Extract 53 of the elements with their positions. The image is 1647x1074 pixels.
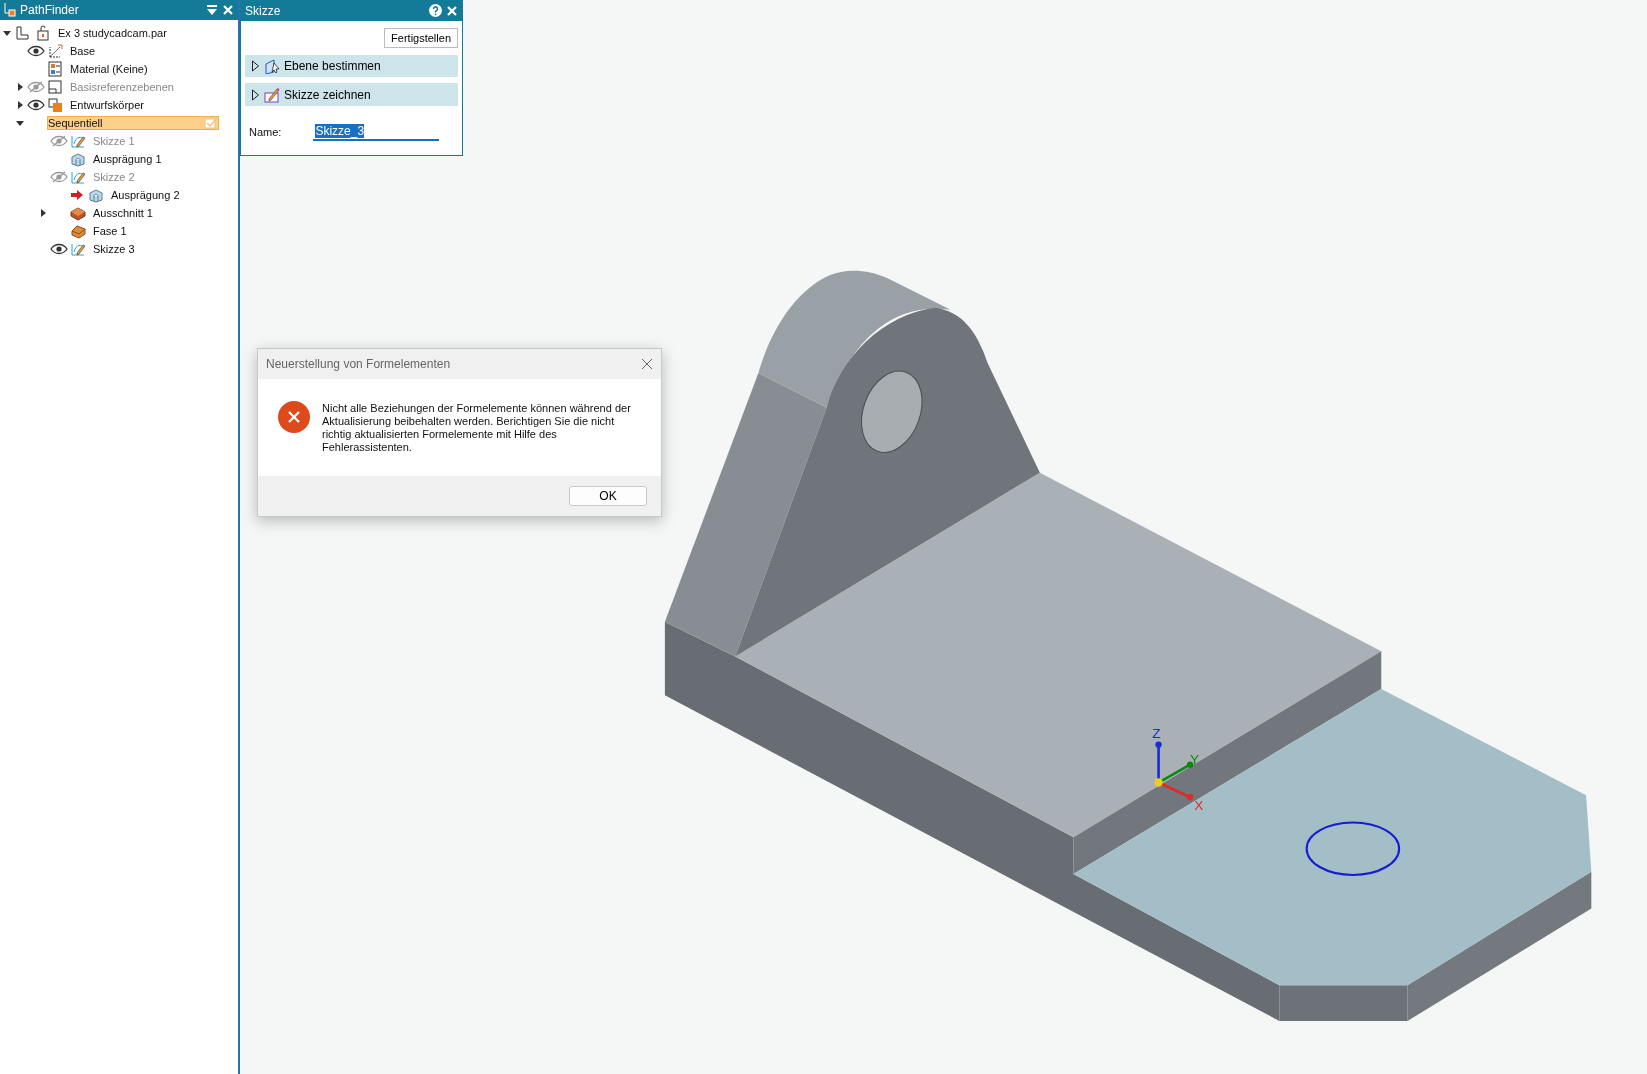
tree-item[interactable]: Skizze 3: [91, 242, 137, 256]
sketch-icon: [264, 86, 280, 103]
sketch-icon: [70, 133, 86, 149]
expand-toggle[interactable]: [251, 88, 260, 101]
plane-icon: [264, 58, 280, 74]
error-message: Nicht alle Beziehungen der Formelemente können während der Aktualisierung beibehalten werden. Berichtigen Sie die nicht richtig aktualisierten Formelemente mit Hilfe des Fehlerassistenten.: [322, 402, 632, 454]
name-field[interactable]: Skizze_3: [313, 123, 440, 141]
error-icon: [278, 401, 310, 433]
cutout-icon: [70, 205, 86, 221]
chamfer-icon: [70, 223, 86, 239]
ok-button[interactable]: OK: [569, 486, 647, 506]
tree-item[interactable]: Ausschnitt 1: [91, 206, 155, 220]
tree-item[interactable]: Fase 1: [91, 224, 129, 238]
tree-item[interactable]: Skizze 1: [91, 134, 137, 148]
tree-item[interactable]: Ex 3 studycadcam.par: [56, 26, 169, 40]
axis-label: Z: [1152, 726, 1161, 742]
crossed-eye-icon[interactable]: [50, 171, 68, 183]
dropdown-icon[interactable]: [206, 4, 218, 16]
tree-item[interactable]: Material (Keine): [68, 62, 150, 76]
panel-title: PathFinder: [20, 3, 80, 17]
dialog-title: Neuerstellung von Formelementen: [266, 357, 451, 371]
tree-item[interactable]: Ausprägung 1: [91, 152, 164, 166]
tree-item[interactable]: Sequentiell: [47, 116, 219, 130]
close-icon[interactable]: [641, 358, 653, 370]
expand-toggle[interactable]: [251, 60, 260, 72]
check-icon: [204, 117, 218, 129]
tree-item[interactable]: Ausprägung 2: [109, 188, 182, 202]
tree-item[interactable]: Base: [68, 44, 98, 58]
eye-icon[interactable]: [27, 99, 45, 111]
step-header[interactable]: Ebene bestimmen: [245, 54, 458, 78]
body-icon: [47, 97, 63, 113]
sketch-icon: [70, 169, 86, 185]
help-icon[interactable]: [429, 4, 442, 18]
origin-point: [1154, 778, 1163, 787]
crossed-eye-icon[interactable]: [50, 135, 68, 147]
planes-icon: [47, 79, 63, 95]
lock-icon: [35, 25, 51, 41]
tree-item[interactable]: Entwurfskörper: [68, 98, 146, 112]
protrusion-icon: [88, 187, 104, 203]
tree-item[interactable]: Skizze 2: [91, 170, 137, 184]
axis-label: Y: [1190, 751, 1200, 767]
eye-icon[interactable]: [50, 243, 68, 255]
sketch-icon: [70, 241, 86, 257]
axis-label: X: [1194, 797, 1204, 813]
tree-item[interactable]: Basisreferenzebenen: [68, 80, 176, 94]
step-header[interactable]: Skizze zeichnen: [245, 83, 458, 106]
finish-button[interactable]: Fertigstellen: [384, 27, 458, 48]
material-icon: [47, 61, 63, 77]
eye-icon[interactable]: [27, 45, 45, 57]
field-label: Name:: [249, 126, 282, 138]
protrusion-icon: [70, 151, 86, 167]
tree-icon: [2, 2, 16, 18]
panel-title: Skizze: [245, 3, 282, 18]
